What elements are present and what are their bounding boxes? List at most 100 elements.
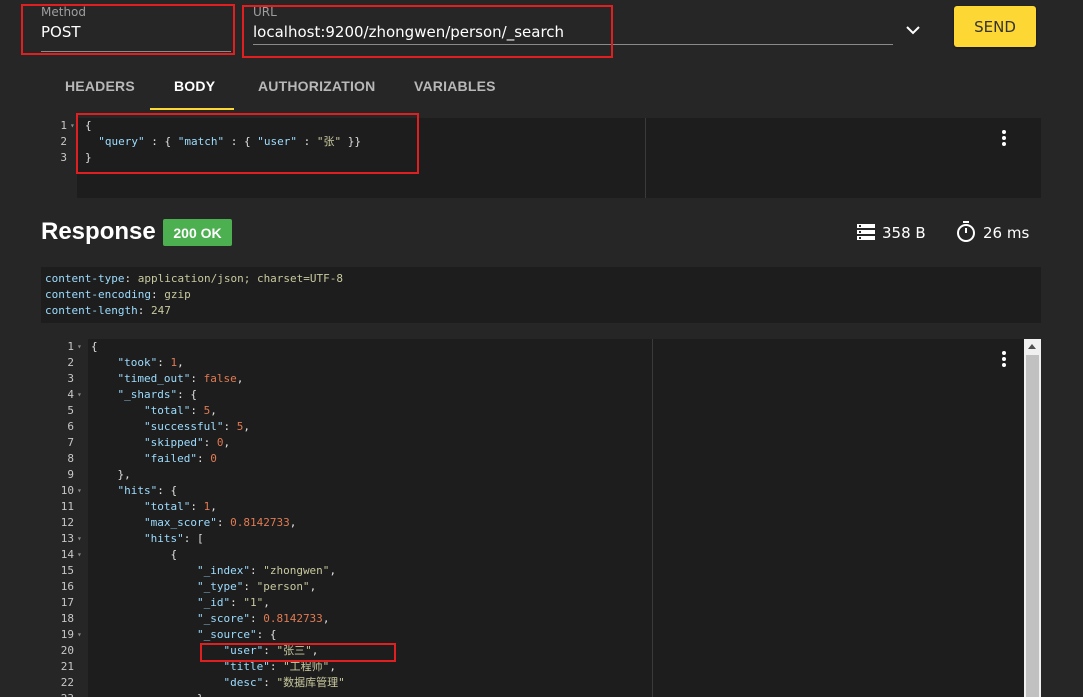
fold-arrow-icon[interactable]: ▾ [77, 627, 82, 643]
line-number: 17 [60, 596, 74, 609]
code-text: "total": 5, [143, 404, 217, 417]
code-line: 13 ▾ "hits": [ [41, 531, 1024, 547]
line-number: 10 [60, 484, 74, 497]
line-number: 1 [60, 119, 67, 132]
header-value: 247 [150, 304, 171, 317]
fold-arrow-icon[interactable]: ▾ [77, 339, 82, 355]
code-text: "_shards": { [117, 388, 197, 401]
body-editor[interactable]: 1 ▾ {2 "query" : { "match" : { "user" : "张… [41, 118, 1041, 198]
line-number: 19 [60, 628, 74, 641]
line-number: 9 [67, 468, 74, 481]
code-text: "skipped": 0, [143, 436, 231, 449]
response-time: 26 ms [983, 224, 1030, 242]
code-line: 23 } [41, 691, 1024, 697]
code-line: 2 "took": 1, [41, 355, 1024, 371]
response-headers: content-type: application/json; charset=… [41, 267, 1041, 323]
line-number: 2 [60, 135, 67, 148]
code-line: 8 "failed": 0 [41, 451, 1024, 467]
tab-headers[interactable]: HEADERS [65, 78, 135, 94]
header-name: content-encoding [45, 288, 151, 301]
code-line: 19 ▾ "_source": { [41, 627, 1024, 643]
line-number: 4 [67, 388, 74, 401]
line-number: 18 [60, 612, 74, 625]
line-number: 15 [60, 564, 74, 577]
header-name: content-type [45, 272, 125, 285]
response-scrollbar[interactable] [1024, 339, 1041, 697]
chevron-down-icon[interactable] [903, 22, 923, 40]
line-number: 3 [60, 151, 67, 164]
code-text: } [91, 691, 204, 697]
line-number: 8 [67, 452, 74, 465]
line-number: 11 [60, 500, 74, 513]
code-text: "hits": { [117, 484, 178, 497]
line-number: 16 [60, 580, 74, 593]
fold-arrow-icon[interactable]: ▾ [77, 483, 82, 499]
code-line: 3 "timed_out": false, [41, 371, 1024, 387]
url-input[interactable]: localhost:9200/zhongwen/person/_search [253, 23, 564, 41]
response-title: Response [41, 218, 156, 245]
code-line: 9 }, [41, 467, 1024, 483]
response-body-editor[interactable]: 1 ▾{2 "took": 1, 3 "timed_out": false, 4 ▾ "… [41, 339, 1024, 697]
code-line: 12 "max_score": 0.8142733, [41, 515, 1024, 531]
tab-authorization[interactable]: AUTHORIZATION [258, 78, 375, 94]
code-line: 1 ▾ { [41, 339, 1024, 355]
line-number: 22 [60, 676, 74, 689]
line-number: 21 [60, 660, 74, 673]
code-line: 16 "_type": "person", [41, 579, 1024, 595]
code-text: "desc": "数据库管理" [223, 676, 345, 689]
fold-arrow-icon[interactable]: ▾ [70, 118, 75, 134]
fold-arrow-icon[interactable]: ▾ [77, 531, 82, 547]
code-text: { [85, 119, 92, 132]
fold-arrow-icon[interactable]: ▾ [77, 547, 82, 563]
code-text: "_index": "zhongwen", [196, 564, 337, 577]
code-line: 15 "_index": "zhongwen", [41, 563, 1024, 579]
storage-icon [857, 224, 875, 240]
line-number: 3 [67, 372, 74, 385]
header-row: content-type: application/json; charset=… [45, 272, 344, 285]
scroll-up-arrow-icon[interactable] [1028, 344, 1036, 349]
code-line: 21 "title": "工程师", [41, 659, 1024, 675]
line-number: 12 [60, 516, 74, 529]
line-number: 23 [41, 691, 74, 697]
code-text: "_source": { [196, 628, 277, 641]
code-line: 3} [41, 150, 1041, 166]
code-line: 14 ▾ { [41, 547, 1024, 563]
code-text: "_type": "person", [196, 580, 317, 593]
code-text: "title": "工程师", [223, 660, 336, 673]
tab-body[interactable]: BODY [174, 78, 215, 94]
method-value: POST [41, 23, 81, 41]
status-badge: 200 OK [163, 219, 232, 246]
line-number: 13 [60, 532, 74, 545]
code-text: { [91, 340, 98, 353]
tab-variables[interactable]: VARIABLES [414, 78, 496, 94]
header-value: gzip [164, 288, 191, 301]
scroll-thumb[interactable] [1026, 355, 1039, 697]
response-size: 358 B [882, 224, 926, 242]
code-line: 18 "_score": 0.8142733, [41, 611, 1024, 627]
code-text: "timed_out": false, [117, 372, 244, 385]
line-number: 20 [60, 644, 74, 657]
header-row: content-encoding: gzip [45, 288, 191, 301]
code-line: 6 "successful": 5, [41, 419, 1024, 435]
more-vert-icon[interactable] [1001, 130, 1007, 148]
code-text: "_score": 0.8142733, [196, 612, 330, 625]
code-text: "hits": [ [143, 532, 204, 545]
method-label: Method [41, 5, 87, 19]
code-line: 2 "query" : { "match" : { "user" : "张" }… [41, 134, 1041, 150]
line-number: 14 [60, 548, 74, 561]
code-line: 17 "_id": "1", [41, 595, 1024, 611]
print-margin [652, 339, 653, 697]
code-text: "max_score": 0.8142733, [143, 516, 297, 529]
code-line: 4 ▾ "_shards": { [41, 387, 1024, 403]
header-value: application/json; charset=UTF-8 [137, 272, 344, 285]
header-name: content-length [45, 304, 138, 317]
send-button[interactable]: SEND [954, 6, 1036, 47]
active-tab-indicator [150, 108, 234, 110]
code-line: 5 "total": 5, [41, 403, 1024, 419]
fold-arrow-icon[interactable]: ▾ [77, 387, 82, 403]
line-number: 7 [67, 436, 74, 449]
code-text: "query" : { "match" : { "user" : "张" }} [98, 135, 361, 148]
more-vert-icon[interactable] [1001, 351, 1007, 369]
code-text: "total": 1, [143, 500, 217, 513]
code-text: "successful": 5, [143, 420, 250, 433]
